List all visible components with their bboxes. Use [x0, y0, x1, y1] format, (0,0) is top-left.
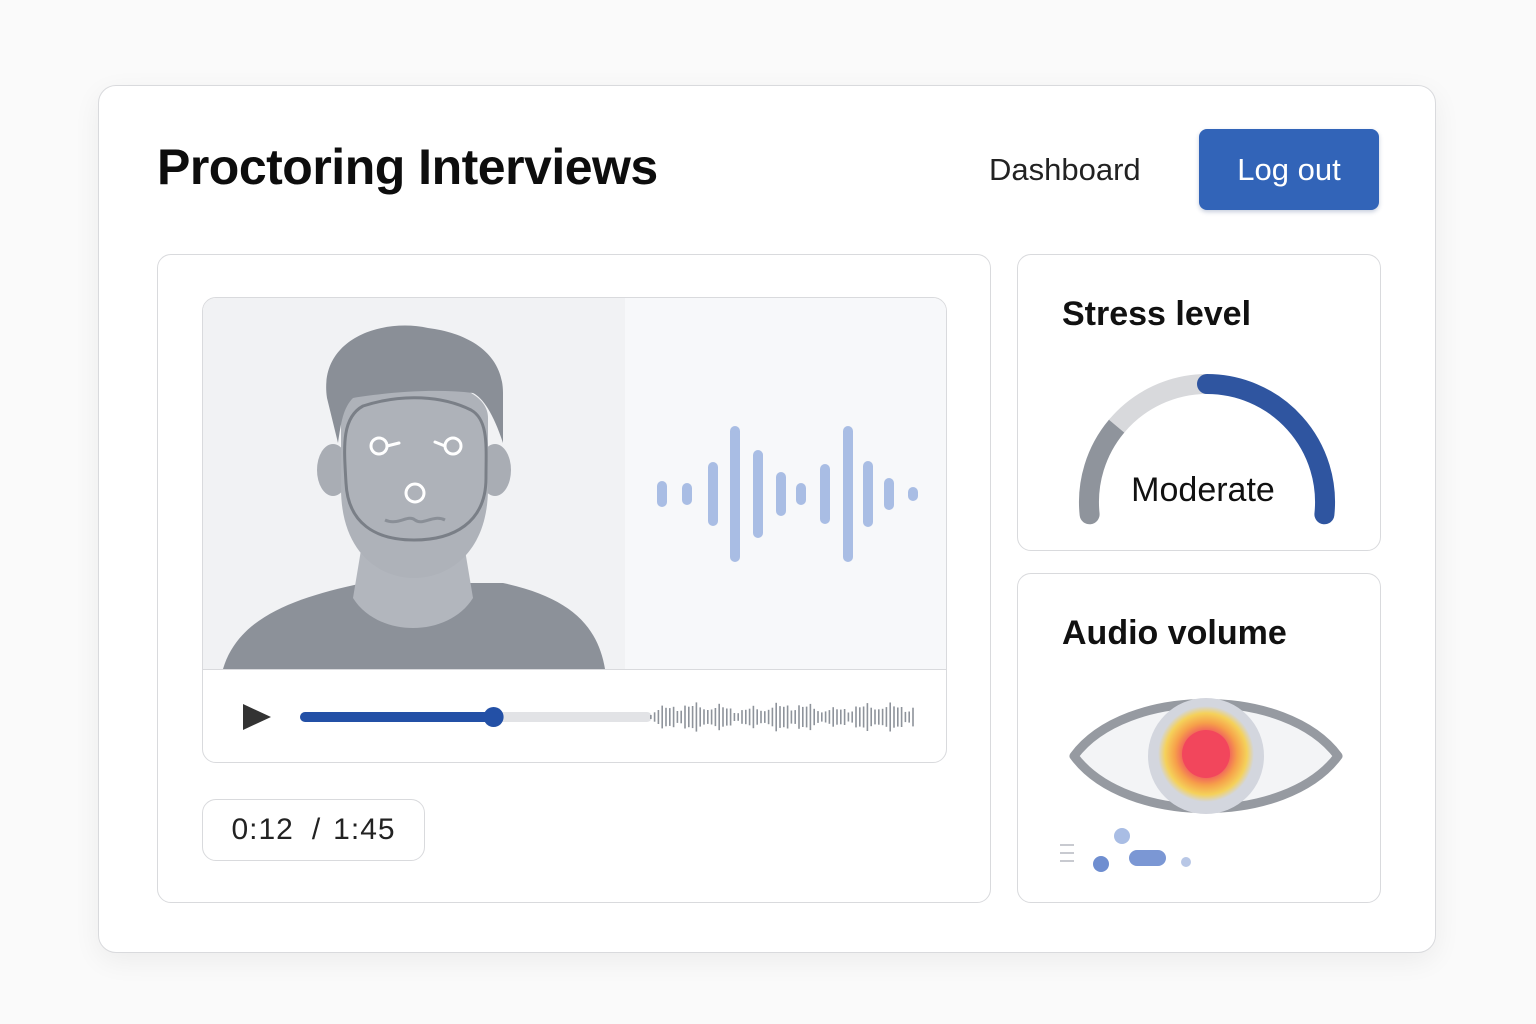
audio-waveform-strip — [650, 702, 914, 732]
audio-volume-card: Audio volume — [1017, 573, 1381, 903]
stress-level-card: Stress level Moderate — [1017, 254, 1381, 551]
player-controls — [203, 669, 946, 762]
time-display: 0:12 / 1:45 — [202, 799, 425, 861]
candidate-video-frame — [203, 298, 946, 669]
stress-level-value: Moderate — [1131, 471, 1275, 509]
video-area[interactable] — [203, 298, 946, 669]
audio-level-dots — [1060, 828, 1191, 872]
logout-button[interactable]: Log out — [1199, 129, 1379, 210]
video-panel: 0:12 / 1:45 — [157, 254, 991, 903]
total-time: 1:45 — [333, 813, 396, 846]
video-player — [202, 297, 947, 763]
page-title: Proctoring Interviews — [157, 139, 658, 195]
progress-slider[interactable] — [298, 702, 658, 732]
play-icon[interactable] — [241, 700, 275, 734]
audio-volume-title: Audio volume — [1062, 614, 1287, 652]
stress-level-title: Stress level — [1062, 295, 1252, 333]
current-time: 0:12 — [231, 813, 294, 846]
nav-dashboard-link[interactable]: Dashboard — [989, 152, 1141, 188]
eye-icon — [1069, 698, 1343, 814]
time-separator: / — [311, 813, 322, 846]
app-card: Proctoring Interviews Dashboard Log out — [98, 85, 1436, 953]
